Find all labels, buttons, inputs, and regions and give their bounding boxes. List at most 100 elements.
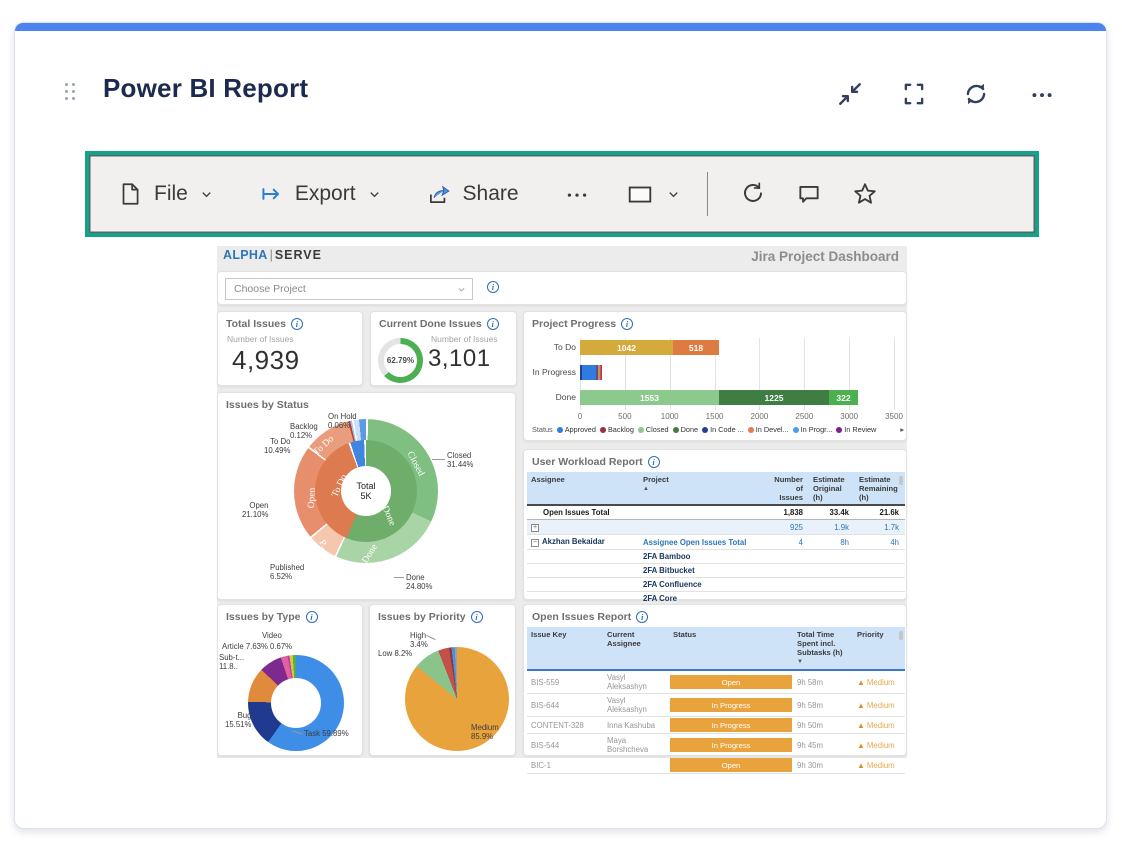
col-estimate-original[interactable]: Estimate Original (h) [809, 472, 855, 505]
share-button[interactable]: Share [418, 175, 527, 213]
info-icon[interactable]: i [306, 611, 318, 623]
bar-in-progress[interactable] [580, 365, 602, 380]
legend-item[interactable]: Closed [638, 425, 669, 434]
legend-dot [702, 427, 708, 433]
callout-on-hold: On Hold 0.06% [328, 412, 357, 430]
bar-segment[interactable] [582, 365, 596, 380]
col-status[interactable]: Status [669, 627, 793, 670]
callout-article: Article 7.63% [222, 642, 268, 651]
info-icon[interactable]: i [487, 318, 499, 330]
col-project[interactable]: Project▲ [639, 472, 767, 505]
table-row[interactable]: CONTENT-328Inna KashubaIn Progress9h 50m… [527, 717, 905, 734]
col-number-of-issues[interactable]: Number of Issues [767, 472, 809, 505]
toolbar-more-button[interactable] [555, 175, 599, 213]
chevron-down-icon [199, 187, 214, 202]
refresh-button[interactable] [732, 175, 774, 213]
status-badge: In Progress [670, 718, 792, 732]
ring-label-open: Open [307, 487, 318, 508]
info-icon[interactable]: i [487, 281, 499, 293]
done-percentage-gauge: 62.79% [378, 338, 423, 383]
issues-by-priority-card: Issues by Priorityi High 3.4% Low 8.2% M… [369, 604, 516, 756]
card-title: Current Done Issues [379, 318, 482, 330]
legend-item[interactable]: In Progr... [793, 425, 833, 434]
collapse-icon[interactable] [835, 79, 865, 109]
choose-project-dropdown[interactable]: Choose Project [225, 278, 473, 300]
share-label: Share [463, 182, 519, 206]
x-tick-label: 500 [618, 412, 631, 421]
col-current-assignee[interactable]: Current Assignee [603, 627, 669, 670]
col-total-time[interactable]: Total Time Spent incl. Subtasks (h)▼ [793, 627, 853, 670]
table-row[interactable]: +9251.9k1.7k [527, 520, 905, 535]
expand-icon[interactable]: + [531, 524, 539, 532]
file-menu-button[interactable]: File [109, 175, 222, 213]
table-row[interactable]: 2FA Bitbucket [527, 564, 905, 578]
callout-low: Low 8.2% [378, 649, 412, 658]
legend-more-icon[interactable]: ▸ [900, 425, 904, 434]
table-row[interactable]: BIS-544Maya BorshchevaIn Progress9h 45m▲… [527, 734, 905, 757]
table-row[interactable]: 2FA Bamboo [527, 550, 905, 564]
bar-segment[interactable] [601, 365, 602, 380]
project-progress-card: Project Progressi 104251815531225322 To … [523, 311, 907, 441]
info-icon[interactable]: i [621, 318, 633, 330]
bar-segment[interactable]: 322 [829, 390, 858, 405]
favorite-button[interactable] [844, 175, 886, 213]
callout-high: High 3.4% [410, 631, 428, 649]
col-assignee[interactable]: Assignee [527, 472, 639, 505]
bar-segment[interactable]: 518 [673, 340, 719, 355]
export-menu-label: Export [295, 182, 356, 206]
col-issue-key[interactable]: Issue Key [527, 627, 603, 670]
legend-item[interactable]: Done [673, 425, 698, 434]
bar-chart-legend: Status ApprovedBacklogClosedDoneIn Code … [532, 425, 904, 434]
gauge-percent-label: 62.79% [387, 356, 414, 365]
info-icon[interactable]: i [648, 456, 660, 468]
comment-button[interactable] [788, 175, 830, 213]
collapse-icon[interactable]: − [531, 539, 539, 547]
more-options-icon[interactable] [1027, 79, 1057, 109]
bar-segment[interactable]: 1225 [719, 390, 829, 405]
table-row[interactable]: BIC-1Open9h 30m▲Medium [527, 757, 905, 774]
legend-dot [793, 427, 799, 433]
bar-to-do[interactable]: 1042518 [580, 340, 719, 355]
issues-by-status-card: Issues by Status Total 5K On Hold 0.06% … [217, 392, 516, 600]
legend-item[interactable]: In Review [836, 425, 876, 434]
x-tick-label: 2000 [751, 412, 769, 421]
col-priority[interactable]: Priority [853, 627, 905, 670]
legend-item[interactable]: Backlog [600, 425, 634, 434]
table-row[interactable]: BIS-559Vasyl AleksashynOpen9h 58m▲Medium [527, 670, 905, 694]
info-icon[interactable]: i [291, 318, 303, 330]
stacked-bar-chart[interactable]: 1042518 15531225322 [580, 338, 894, 410]
callout-open: Open 21.10% [242, 501, 268, 519]
sync-icon[interactable] [961, 79, 991, 109]
dashboard-title: Jira Project Dashboard [751, 249, 899, 264]
legend-item[interactable]: In Code ... [702, 425, 744, 434]
table-row[interactable]: BIS-644Vasyl AleksashynIn Progress9h 58m… [527, 694, 905, 717]
user-workload-table: Assignee Project▲ Number of Issues Estim… [527, 472, 905, 606]
status-badge: Open [670, 758, 792, 772]
table-row[interactable]: −Akzhan BekaidarAssignee Open Issues Tot… [527, 535, 905, 550]
scrollbar-thumb[interactable] [899, 631, 903, 640]
total-issues-card: Total Issuesi Number of Issues 4,939 [217, 311, 363, 386]
user-workload-report-card: User Workload Reporti Assignee Project▲ … [523, 449, 907, 600]
card-title: Issues by Type [226, 611, 301, 623]
bar-segment[interactable]: 1553 [580, 390, 719, 405]
col-estimate-remaining[interactable]: Estimate Remaining (h) [855, 472, 905, 505]
card-title: Issues by Status [226, 399, 309, 411]
ellipsis-icon [563, 181, 591, 207]
table-row[interactable]: Open Issues Total1,83833.4k21.6k [527, 505, 905, 520]
info-icon[interactable]: i [636, 611, 648, 623]
fullscreen-icon[interactable] [899, 79, 929, 109]
view-mode-button[interactable] [617, 175, 689, 213]
bar-segment[interactable]: 1042 [580, 340, 673, 355]
table-row[interactable]: 2FA Confluence [527, 578, 905, 592]
legend-item[interactable]: In Devel... [748, 425, 789, 434]
info-icon[interactable]: i [471, 611, 483, 623]
status-sunburst-inner-ring[interactable]: Total 5K [315, 440, 417, 542]
scrollbar-thumb[interactable] [899, 476, 903, 485]
status-badge: In Progress [670, 738, 792, 752]
legend-item[interactable]: Approved [557, 425, 596, 434]
bar-done[interactable]: 15531225322 [580, 390, 858, 405]
drag-handle-icon[interactable] [65, 83, 78, 105]
filter-panel: Choose Project i [217, 271, 907, 305]
legend-dot [638, 427, 644, 433]
export-menu-button[interactable]: Export [250, 175, 390, 213]
